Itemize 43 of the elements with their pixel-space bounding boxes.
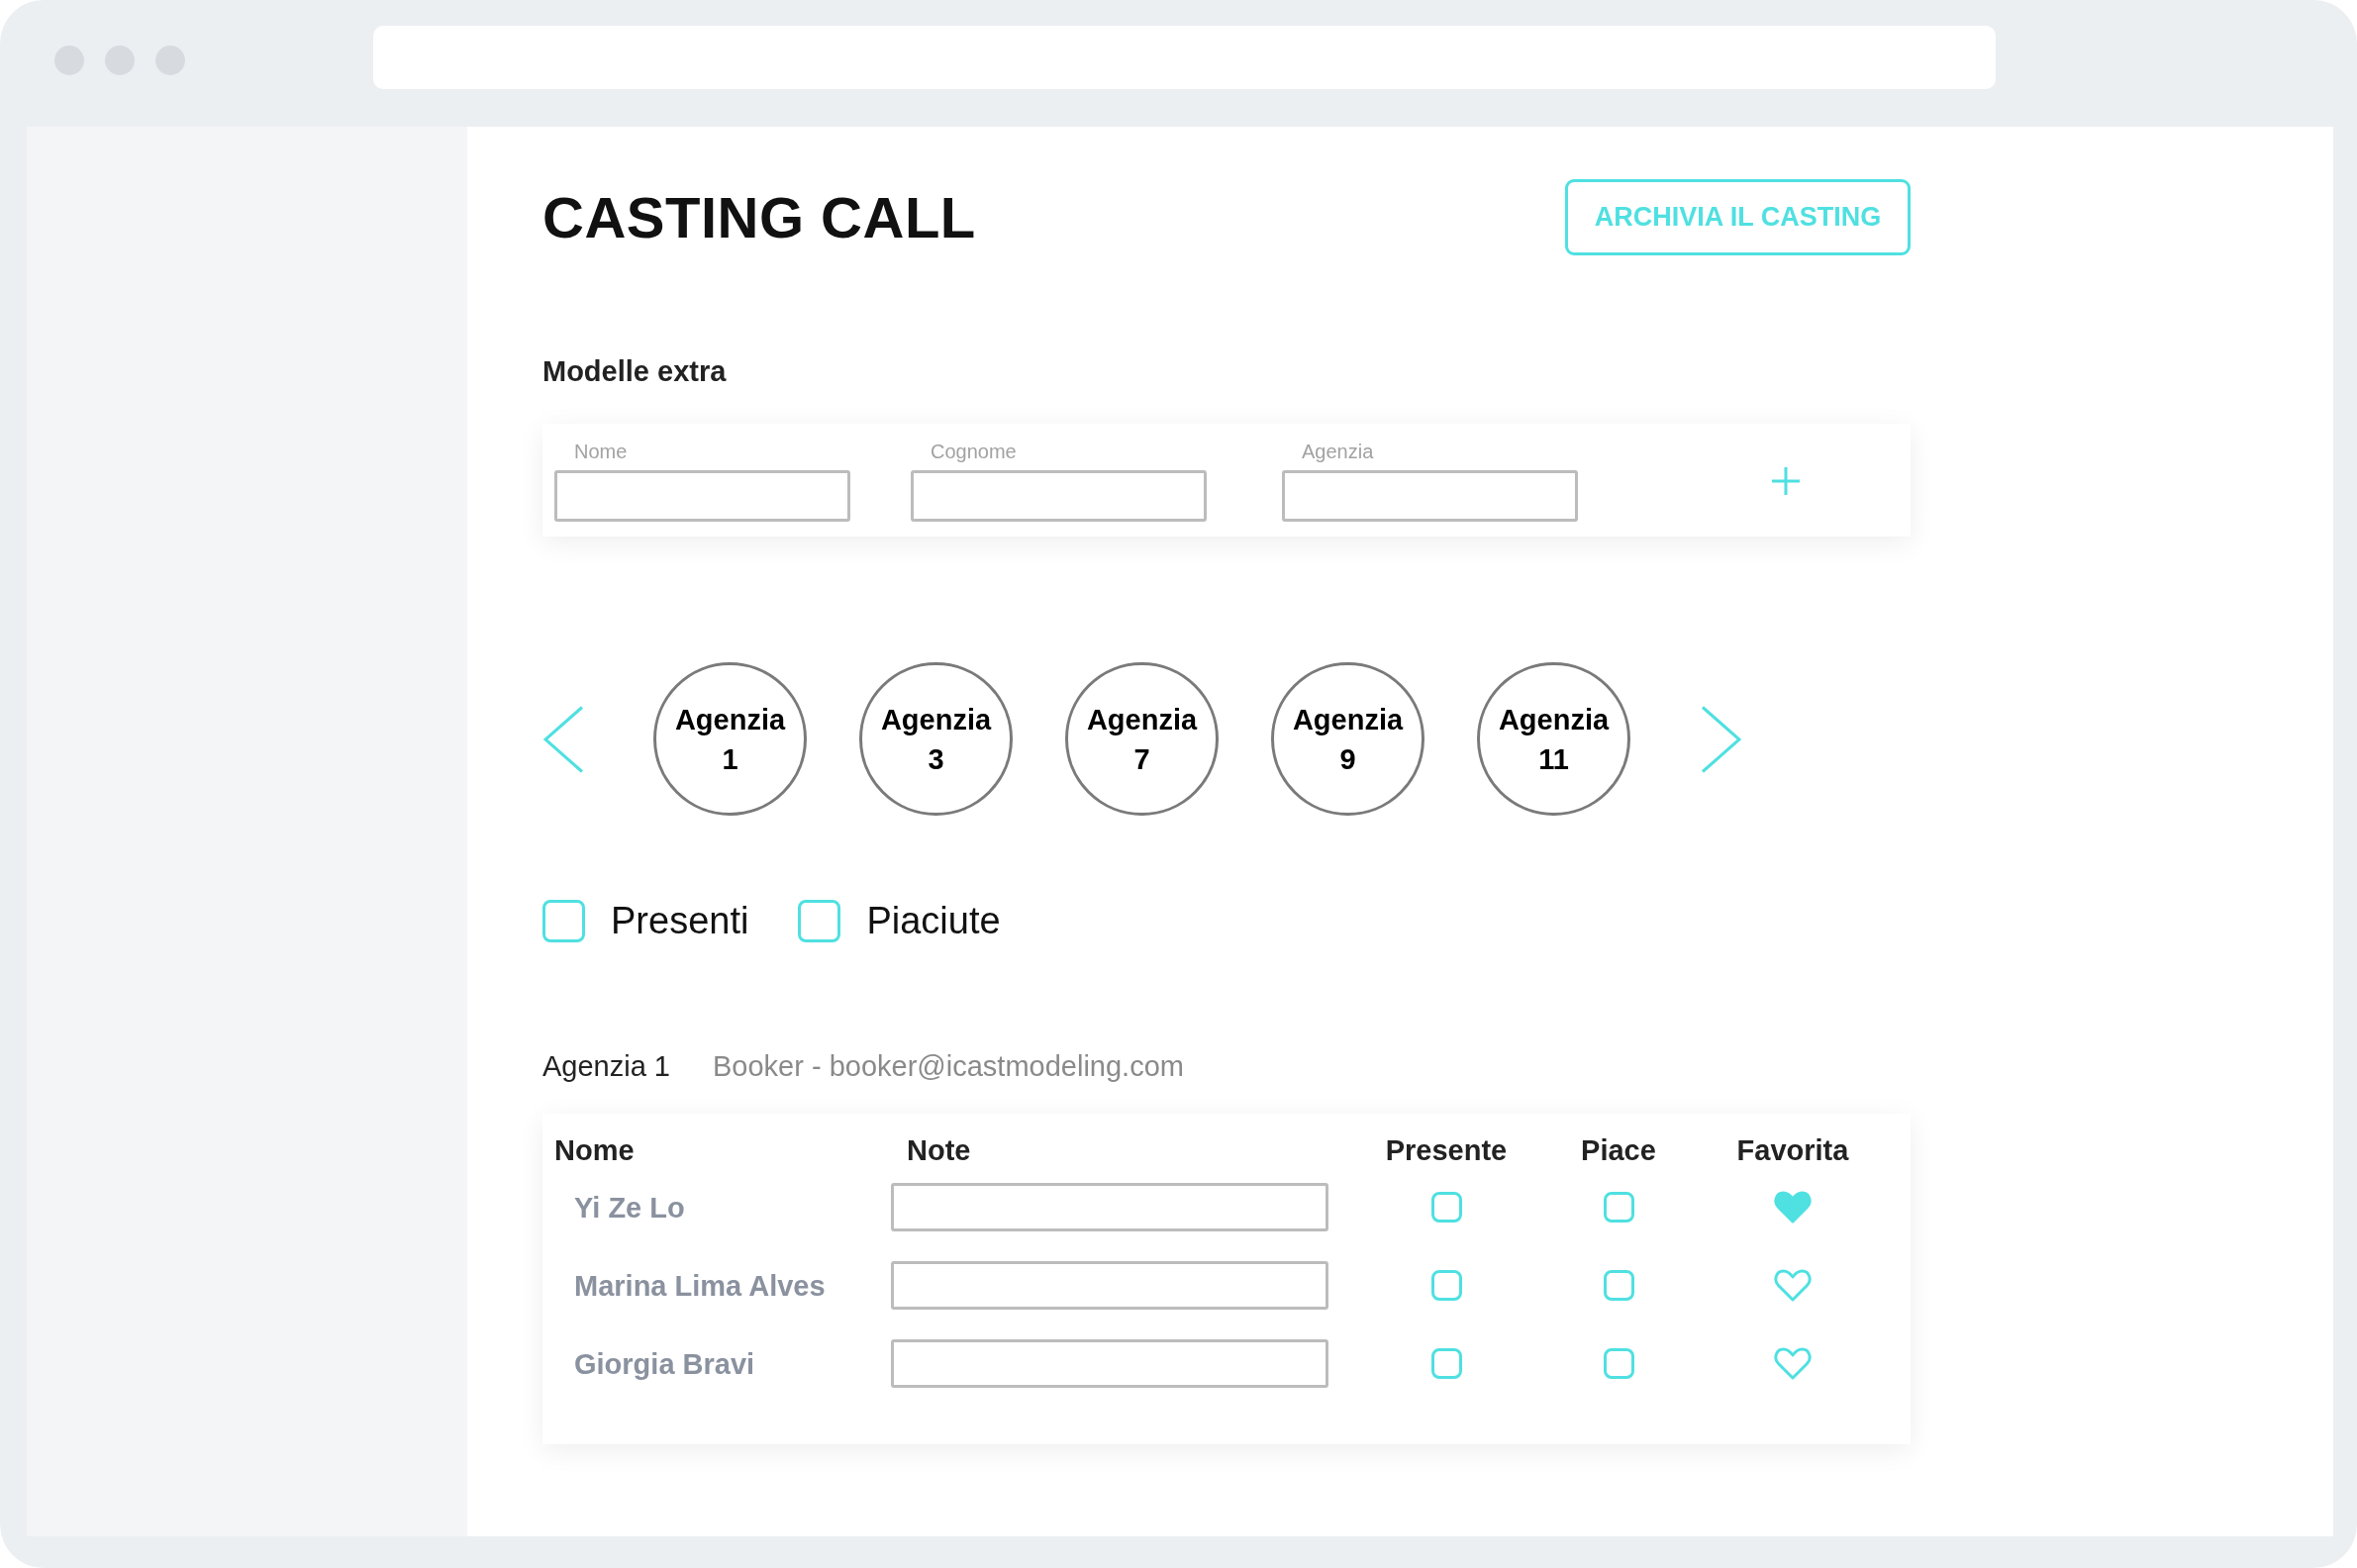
input-field[interactable] — [554, 470, 850, 522]
model-name: Marina Lima Alves — [574, 1268, 826, 1304]
heart-icon[interactable] — [1773, 1269, 1813, 1302]
chevron-left-icon[interactable] — [542, 705, 584, 773]
checkbox[interactable] — [1603, 1348, 1634, 1379]
chevron-right-icon[interactable] — [1701, 705, 1742, 773]
checkbox-label[interactable]: Piaciute — [866, 900, 1001, 942]
input-field[interactable] — [1282, 470, 1578, 522]
checkbox[interactable] — [798, 900, 841, 942]
agency-button[interactable]: Agenzia 1 — [653, 662, 807, 816]
checkbox[interactable] — [1430, 1192, 1462, 1223]
note-field[interactable] — [891, 1339, 1328, 1388]
agency-name: Agenzia 1 — [542, 1049, 670, 1084]
field-label: Cognome — [931, 440, 1017, 463]
column-header: Nome — [554, 1133, 635, 1168]
note-field[interactable] — [891, 1261, 1328, 1310]
agency-button[interactable]: Agenzia 3 — [859, 662, 1013, 816]
heart-icon[interactable] — [1773, 1347, 1813, 1380]
checkbox-label[interactable]: Presenti — [611, 900, 749, 942]
add-button[interactable] — [1772, 466, 1800, 495]
column-header: Presente — [1385, 1133, 1508, 1168]
column-header: Piace — [1581, 1133, 1656, 1168]
agency-button[interactable]: Agenzia 9 — [1271, 662, 1424, 816]
agency-button[interactable]: Agenzia 11 — [1477, 662, 1630, 816]
field-label: Agenzia — [1302, 440, 1374, 463]
contact-text: Booker - booker@icastmodeling.com — [713, 1049, 1184, 1084]
note-field[interactable] — [891, 1183, 1328, 1231]
checkbox[interactable] — [542, 900, 585, 942]
field-label: Nome — [574, 440, 628, 463]
checkbox[interactable] — [1603, 1270, 1634, 1301]
column-header: Note — [907, 1133, 971, 1168]
heart-icon[interactable] — [1773, 1191, 1813, 1224]
agency-button[interactable]: Agenzia 7 — [1065, 662, 1219, 816]
checkbox[interactable] — [1430, 1348, 1462, 1379]
checkbox[interactable] — [1603, 1192, 1634, 1223]
plus-icon — [1772, 466, 1800, 495]
section-heading: Modelle extra — [542, 354, 728, 389]
column-header: Favorita — [1736, 1133, 1849, 1168]
page-title: CASTING CALL — [542, 188, 976, 246]
model-name: Giorgia Bravi — [574, 1346, 755, 1382]
input-field[interactable] — [911, 470, 1207, 522]
checkbox[interactable] — [1430, 1270, 1462, 1301]
model-name: Yi Ze Lo — [574, 1190, 685, 1225]
